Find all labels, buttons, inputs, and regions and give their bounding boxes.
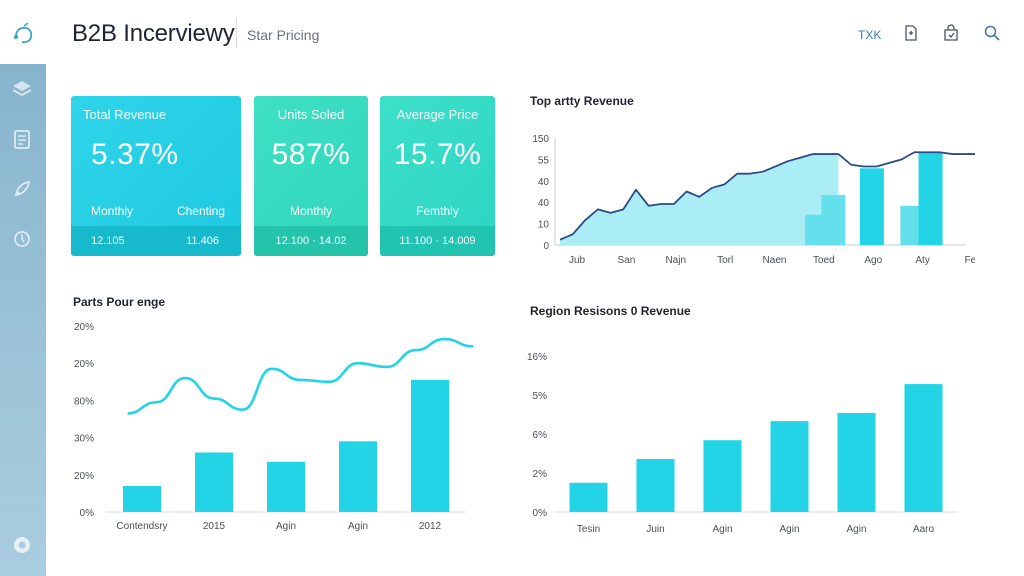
kpi-footer: 11.100 · 14.009 — [380, 226, 495, 256]
bar — [123, 485, 161, 512]
bar — [859, 168, 884, 245]
x-tick-label: Aaro — [913, 524, 935, 535]
y-tick-label: 20% — [74, 471, 94, 482]
x-tick-label: Toed — [813, 255, 835, 266]
bar — [770, 421, 809, 512]
chart-title-top-revenue: Top artty Revenue — [530, 94, 634, 108]
y-tick-label: 0% — [533, 508, 548, 519]
y-tick-label: 5% — [533, 391, 548, 402]
x-tick-label: Juin — [646, 524, 664, 535]
y-tick-label: 0 — [543, 241, 549, 252]
chart-title-region: Region Resisons 0 Revenue — [530, 304, 691, 318]
bar — [339, 441, 377, 512]
search-icon[interactable] — [983, 24, 1001, 42]
header-link[interactable]: TXK — [858, 28, 881, 42]
x-tick-label: Aty — [915, 255, 929, 266]
bar — [411, 379, 449, 512]
kpi-foot-left: 12.105 — [91, 235, 125, 247]
bag-icon[interactable] — [942, 24, 960, 42]
region-chart: 0% 2% 6% 5% 16% Tesin Juin Agin Agin Agin Aaro — [527, 352, 957, 535]
bar — [821, 195, 846, 245]
y-tick-label: 30% — [74, 434, 94, 445]
bar — [636, 458, 675, 512]
kpi-title: Average Price — [396, 107, 479, 122]
header-divider — [236, 18, 237, 48]
kpi-label-left: Monthly — [289, 204, 333, 218]
x-tick-label: Contendsry — [116, 521, 167, 532]
x-tick-label: Tesin — [577, 524, 600, 535]
kpi-foot: 11.100 · 14.009 — [399, 235, 476, 247]
x-tick-label: Ago — [864, 255, 882, 266]
kpi-value: 587% — [271, 138, 351, 171]
y-tick-label: 6% — [533, 430, 548, 441]
layers-icon[interactable] — [11, 78, 33, 100]
y-tick-label: 16% — [527, 352, 547, 363]
x-tick-label: Agin — [348, 521, 368, 532]
x-tick-label: Naen — [763, 255, 787, 266]
sidebar — [0, 64, 46, 576]
kpi-card-total-revenue[interactable]: Total Revenue 5.37% Monthly Chenting 12.… — [71, 96, 241, 256]
kpi-foot: 12.100 · 14.02 — [275, 235, 347, 247]
kpi-footer: 12.100 · 14.02 — [254, 226, 368, 256]
kpi-value: 5.37% — [91, 138, 179, 171]
app-title: B2B Incerviewy — [72, 20, 235, 47]
x-tick-label: Agin — [712, 524, 732, 535]
kpi-title: Total Revenue — [83, 107, 167, 122]
area-series — [560, 154, 839, 245]
profile-icon[interactable] — [11, 534, 33, 556]
header-subtitle[interactable]: Star Pricing — [247, 27, 319, 43]
x-tick-label: Agin — [846, 524, 866, 535]
y-tick-label: 20% — [74, 359, 94, 370]
x-tick-label: San — [617, 255, 635, 266]
bar — [918, 152, 943, 245]
bar — [904, 384, 943, 512]
bar — [267, 461, 305, 512]
y-tick-label: 2% — [533, 469, 548, 480]
x-tick-label: Agin — [276, 521, 296, 532]
rocket-icon[interactable] — [11, 178, 33, 200]
parts-chart: 0% 20% 30% 80% 20% 20% Contendsry 2015 Agin Agin 2… — [74, 322, 474, 532]
bar — [569, 482, 608, 512]
bar — [703, 440, 742, 512]
x-tick-label: Jub — [569, 255, 586, 266]
kpi-label-left: Femthly — [416, 204, 459, 218]
y-tick-label: 0% — [80, 508, 95, 519]
kpi-card-average-price[interactable]: Average Price 15.7% Femthly 11.100 · 14.… — [380, 96, 495, 256]
chart-title-parts: Parts Pour enge — [73, 295, 166, 309]
document-icon[interactable] — [902, 24, 920, 42]
logo-icon[interactable] — [10, 22, 36, 48]
bar — [195, 452, 233, 512]
x-tick-label: Fer — [965, 255, 976, 266]
kpi-footer: 12.105 11.406 — [71, 226, 241, 256]
bar — [837, 412, 876, 512]
report-icon[interactable] — [11, 128, 33, 150]
y-tick-label: 80% — [74, 396, 94, 407]
kpi-label-right: Chenting — [176, 204, 225, 218]
kpi-title: Units Soled — [277, 107, 345, 122]
top-revenue-chart: 0 10 40 40 55 150 Jub San Najn Torl Naen Toed Ago Aty… — [532, 134, 976, 266]
y-tick-label: 40 — [538, 198, 550, 209]
y-tick-label: 40 — [538, 177, 550, 188]
kpi-foot-right: 11.406 — [186, 235, 219, 247]
y-tick-label: 55 — [538, 155, 550, 166]
x-tick-label: Agin — [779, 524, 799, 535]
x-tick-label: 2015 — [203, 521, 226, 532]
x-tick-label: Torl — [717, 255, 733, 266]
x-tick-label: 2012 — [419, 521, 442, 532]
y-tick-label: 150 — [532, 134, 549, 145]
settings-icon[interactable] — [11, 228, 33, 250]
app-header: B2B Incerviewy Star Pricing TXK — [0, 0, 1024, 64]
kpi-value: 15.7% — [393, 138, 482, 171]
x-tick-label: Najn — [665, 255, 686, 266]
y-tick-label: 20% — [74, 322, 94, 333]
y-tick-label: 10 — [538, 220, 550, 231]
kpi-label-left: Monthly — [91, 204, 134, 218]
kpi-card-units-sold[interactable]: Units Soled 587% Monthly 12.100 · 14.02 — [254, 96, 368, 256]
